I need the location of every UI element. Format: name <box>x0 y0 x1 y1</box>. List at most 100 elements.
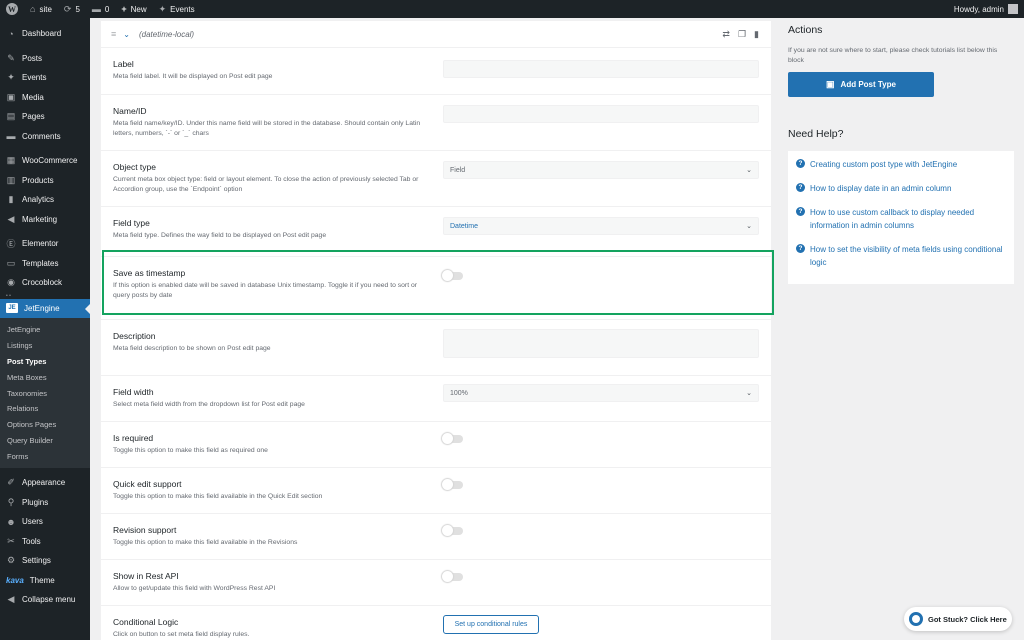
shuffle-icon[interactable]: ⇄ <box>722 29 730 40</box>
required-toggle[interactable] <box>442 433 463 444</box>
field-width-select[interactable]: 100% ⌄ <box>443 384 759 402</box>
submenu-item-query-builder[interactable]: Query Builder <box>0 433 90 449</box>
sidebar-item-analytics[interactable]: ▮ Analytics <box>0 190 90 210</box>
submenu-item-taxonomies[interactable]: Taxonomies <box>0 385 90 401</box>
row-desc: Meta field type. Defines the way field t… <box>113 232 327 239</box>
events-link[interactable]: ✦ Events <box>153 0 201 18</box>
new-content-link[interactable]: + New <box>115 0 152 18</box>
got-stuck-button[interactable]: Got Stuck? Click Here <box>904 607 1012 631</box>
row-desc: Toggle this option to make this field av… <box>113 493 323 500</box>
comments-link[interactable]: ▬ 0 <box>86 0 115 18</box>
sidebar-item-jetengine[interactable]: JE JetEngine <box>0 298 90 318</box>
row-title: Object type <box>113 162 156 172</box>
chevron-down-icon: ⌄ <box>746 223 752 230</box>
description-textarea[interactable] <box>443 329 759 358</box>
sidebar-item-elementor[interactable]: Ⓔ Elementor <box>0 234 90 254</box>
sidebar-item-marketing[interactable]: ◀ Marketing <box>0 210 90 230</box>
sidebar-item-templates[interactable]: ▭ Templates <box>0 254 90 274</box>
add-post-type-button[interactable]: ▣ Add Post Type <box>788 72 934 97</box>
submenu-item-post-types[interactable]: Post Types <box>0 354 90 370</box>
stuck-label: Got Stuck? Click Here <box>928 614 1007 624</box>
submenu-item-listings[interactable]: Listings <box>0 338 90 354</box>
sidebar-item-products[interactable]: ▥ Products <box>0 171 90 191</box>
row-desc: Meta field label. It will be displayed o… <box>113 73 273 80</box>
copy-icon[interactable]: ❐ <box>738 29 746 40</box>
sidebar-item-events[interactable]: ✦ Events <box>0 68 90 88</box>
row-desc: Meta field description to be shown on Po… <box>113 345 271 352</box>
lifebuoy-icon <box>909 612 923 626</box>
row-field-width: Field width Select meta field width from … <box>101 376 771 422</box>
sidebar-item-appearance[interactable]: ✐ Appearance <box>0 473 90 493</box>
sidebar-item-theme[interactable]: kava Theme <box>0 571 90 591</box>
sidebar-item-users[interactable]: ☻ Users <box>0 512 90 532</box>
help-link[interactable]: How to display date in an admin column <box>810 182 951 195</box>
help-item[interactable]: ? How to display date in an admin column <box>796 182 1006 195</box>
updates-count: 5 <box>75 4 80 14</box>
help-item[interactable]: ? How to use custom callback to display n… <box>796 206 1006 232</box>
help-link[interactable]: How to use custom callback to display ne… <box>810 206 1006 232</box>
updates-link[interactable]: ⟳ 5 <box>58 0 86 18</box>
row-desc: Select meta field width from the dropdow… <box>113 401 305 408</box>
row-desc: Meta field name/key/ID. Under this name … <box>113 120 421 137</box>
conditional-rules-button[interactable]: Set up conditional rules <box>443 615 539 634</box>
object-type-select[interactable]: Field ⌄ <box>443 161 759 179</box>
row-desc: Toggle this option to make this field av… <box>113 539 298 546</box>
field-type-select[interactable]: Datetime ⌄ <box>443 217 759 235</box>
sidebar-item-pages[interactable]: ▤ Pages <box>0 107 90 127</box>
plugins-icon: ⚲ <box>7 496 15 507</box>
submenu-item-relations[interactable]: Relations <box>0 401 90 417</box>
rest-api-toggle[interactable] <box>442 571 463 582</box>
field-header[interactable]: ≡ ⌄ (datetime-local) ⇄ ❐ ▮ <box>101 21 771 48</box>
sidebar-item-plugins[interactable]: ⚲ Plugins <box>0 493 90 513</box>
dashboard-icon: ◔ <box>8 28 14 39</box>
collapse-menu-button[interactable]: ◀ Collapse menu <box>0 590 90 610</box>
chevron-down-icon[interactable]: ⌄ <box>123 30 130 39</box>
quick-edit-toggle[interactable] <box>442 479 463 490</box>
row-desc: Toggle this option to make this field as… <box>113 447 268 454</box>
row-title: Name/ID <box>113 106 147 116</box>
label-input[interactable] <box>443 60 759 78</box>
name-input[interactable] <box>443 105 759 123</box>
account-menu[interactable]: Howdy, admin <box>954 4 1024 14</box>
megaphone-icon: ◀ <box>7 213 15 224</box>
row-title: Save as timestamp <box>113 268 186 278</box>
plus-icon: + <box>121 3 127 14</box>
greeting: Howdy, admin <box>953 4 1004 14</box>
sidebar-item-media[interactable]: ▣ Media <box>0 88 90 108</box>
sidebar-item-label: Pages <box>22 112 45 122</box>
timestamp-toggle[interactable] <box>442 270 463 281</box>
sidebar-item-label: Plugins <box>22 497 49 507</box>
help-link[interactable]: How to set the visibility of meta fields… <box>810 243 1006 269</box>
wp-logo-menu[interactable]: W <box>0 0 24 18</box>
admin-bar: W ⌂ site ⟳ 5 ▬ 0 + New ✦ Events Howdy, admin <box>0 0 1024 18</box>
submenu-item-forms[interactable]: Forms <box>0 448 90 464</box>
select-value: Field <box>450 166 466 174</box>
revision-toggle[interactable] <box>442 525 463 536</box>
help-title: Need Help? <box>788 128 844 140</box>
sidebar-item-woocommerce[interactable]: ▦ WooCommerce <box>0 151 90 171</box>
submenu-item-meta-boxes[interactable]: Meta Boxes <box>0 369 90 385</box>
sidebar-item-label: JetEngine <box>24 303 60 313</box>
row-name: Name/ID Meta field name/key/ID. Under thi… <box>101 95 771 151</box>
sidebar-item-settings[interactable]: ⚙ Settings <box>0 551 90 571</box>
sidebar-item-dashboard[interactable]: ◔ Dashboard <box>0 24 90 44</box>
help-link[interactable]: Creating custom post type with JetEngine <box>810 158 957 171</box>
help-item[interactable]: ? How to set the visibility of meta field… <box>796 243 1006 269</box>
sidebar-item-comments[interactable]: ▬ Comments <box>0 127 90 147</box>
drag-handle-icon[interactable]: ≡ <box>111 29 116 39</box>
row-desc: Allow to get/update this field with Word… <box>113 585 276 592</box>
help-item[interactable]: ? Creating custom post type with JetEngin… <box>796 158 1006 171</box>
trash-icon[interactable]: ▮ <box>754 29 759 40</box>
sidebar-item-crocoblock[interactable]: ◉ Crocoblock <box>0 273 90 293</box>
site-name-link[interactable]: ⌂ site <box>24 0 58 18</box>
sidebar-item-tools[interactable]: ✂ Tools <box>0 532 90 552</box>
submenu-item-jetengine[interactable]: JetEngine <box>0 322 90 338</box>
row-rest-api: Show in Rest API Allow to get/update this… <box>101 560 771 606</box>
sidebar-item-posts[interactable]: ✎ Posts <box>0 49 90 69</box>
actions-desc: If you are not sure where to start, plea… <box>788 47 998 64</box>
submenu-item-options-pages[interactable]: Options Pages <box>0 417 90 433</box>
row-title: Field width <box>113 387 154 397</box>
sidebar-item-label: Analytics <box>22 195 55 205</box>
pin-icon: ✎ <box>7 52 15 63</box>
comments-count: 0 <box>104 4 110 14</box>
